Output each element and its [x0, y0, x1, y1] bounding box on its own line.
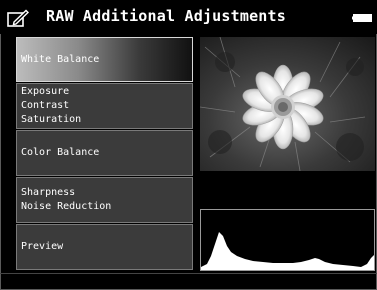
preview-photo — [200, 37, 375, 171]
divider — [0, 273, 377, 274]
menu-item-label: Preview — [21, 241, 64, 252]
menu-item-label: Color Balance — [21, 147, 100, 158]
page-title: RAW Additional Adjustments — [46, 7, 286, 25]
menu-item-sharpness-noise-reduction[interactable]: Sharpness Noise Reduction — [16, 177, 193, 223]
edit-pencil-icon — [7, 9, 29, 27]
menu-item-label: White Balance — [21, 53, 100, 65]
battery-icon — [352, 14, 372, 22]
menu-item-white-balance[interactable]: White Balance — [16, 37, 193, 82]
menu-item-color-balance[interactable]: Color Balance — [16, 130, 193, 176]
menu-item-exposure-contrast-saturation[interactable]: Exposure Contrast Saturation — [16, 83, 193, 129]
menu-item-label: Sharpness — [21, 187, 76, 198]
menu-item-label: Exposure — [21, 86, 70, 97]
title-bar: RAW Additional Adjustments — [0, 0, 377, 34]
menu-item-label: Saturation — [21, 114, 82, 125]
menu-item-label: Contrast — [21, 100, 70, 111]
menu-item-preview[interactable]: Preview — [16, 224, 193, 270]
menu-item-label: Noise Reduction — [21, 201, 112, 212]
histogram — [200, 209, 375, 271]
